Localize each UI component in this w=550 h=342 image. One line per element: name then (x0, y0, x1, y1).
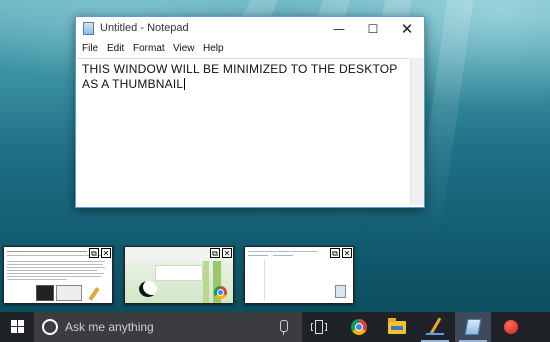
thumb-line (273, 255, 293, 256)
task-view-icon (315, 320, 323, 334)
taskbar: Ask me anything (0, 312, 550, 342)
thumb-line (7, 267, 105, 268)
thumb-line (7, 279, 67, 280)
thumb-search-box (155, 265, 203, 281)
panda-icon (139, 281, 157, 297)
menu-view[interactable]: View (173, 43, 195, 54)
taskbar-pen-tool[interactable] (417, 312, 453, 342)
pen-tool-icon (429, 317, 442, 335)
recycle-bin-icon (335, 285, 346, 298)
thumb-line (248, 251, 318, 252)
close-button[interactable]: ✕ (222, 248, 232, 258)
menu-format[interactable]: Format (133, 43, 165, 54)
file-explorer-icon (388, 318, 406, 334)
notepad-window[interactable]: Untitled - Notepad — ☐ ✕ File Edit Forma… (75, 16, 425, 208)
bamboo-decoration (203, 261, 209, 303)
taskbar-file-explorer[interactable] (379, 312, 415, 342)
close-button[interactable]: ✕ (342, 248, 352, 258)
thumb-sidebar (248, 260, 265, 300)
cortana-icon (42, 319, 58, 335)
close-button[interactable]: ✕ (101, 248, 111, 258)
minimized-thumbnail-3[interactable]: ⧉ ✕ (244, 246, 354, 304)
task-view-button[interactable] (311, 320, 327, 334)
record-icon (504, 320, 518, 334)
chrome-icon (351, 319, 367, 335)
taskbar-notepad[interactable] (455, 312, 491, 342)
title-bar[interactable]: Untitled - Notepad — ☐ ✕ (76, 17, 424, 41)
thumb-line (7, 264, 103, 265)
microphone-stem (283, 332, 284, 335)
start-button[interactable] (0, 312, 34, 342)
restore-button[interactable]: ⧉ (210, 248, 220, 258)
vertical-scrollbar[interactable] (410, 58, 424, 205)
minimize-button[interactable]: — (322, 17, 356, 41)
restore-button[interactable]: ⧉ (330, 248, 340, 258)
search-placeholder: Ask me anything (65, 320, 154, 334)
close-button[interactable]: ✕ (390, 17, 424, 41)
menu-file[interactable]: File (82, 43, 98, 54)
document-page-icon (36, 285, 54, 301)
minimized-thumbnail-1[interactable]: ⧉ ✕ (3, 246, 113, 304)
editor-content[interactable]: THIS WINDOW WILL BE MINIMIZED TO THE DES… (82, 62, 407, 92)
chrome-icon (214, 286, 227, 299)
thumb-line (248, 255, 268, 256)
taskbar-chrome[interactable] (341, 312, 377, 342)
minimized-thumbnail-2[interactable]: ⧉ ✕ (124, 246, 234, 304)
thumb-line (7, 270, 97, 271)
search-box[interactable]: Ask me anything (34, 312, 302, 342)
thumb-line (7, 273, 104, 274)
thumb-line (7, 251, 87, 252)
thumb-line (7, 255, 102, 256)
taskbar-recorder[interactable] (493, 312, 529, 342)
thumb-line (7, 261, 105, 262)
thumb-screenshot (56, 285, 82, 301)
window-title: Untitled - Notepad (100, 22, 189, 34)
maximize-button[interactable]: ☐ (356, 17, 390, 41)
microphone-icon[interactable] (280, 320, 288, 332)
pen-icon (88, 287, 100, 301)
menu-help[interactable]: Help (203, 43, 224, 54)
notepad-icon (464, 319, 482, 335)
restore-button[interactable]: ⧉ (89, 248, 99, 258)
text-caret (184, 78, 186, 90)
editor-text: THIS WINDOW WILL BE MINIMIZED TO THE DES… (82, 62, 401, 91)
menu-edit[interactable]: Edit (107, 43, 124, 54)
menu-bar: File Edit Format View Help (76, 41, 424, 58)
text-editor[interactable]: THIS WINDOW WILL BE MINIMIZED TO THE DES… (77, 58, 409, 206)
notepad-icon (83, 22, 94, 35)
thumb-line (7, 276, 101, 277)
